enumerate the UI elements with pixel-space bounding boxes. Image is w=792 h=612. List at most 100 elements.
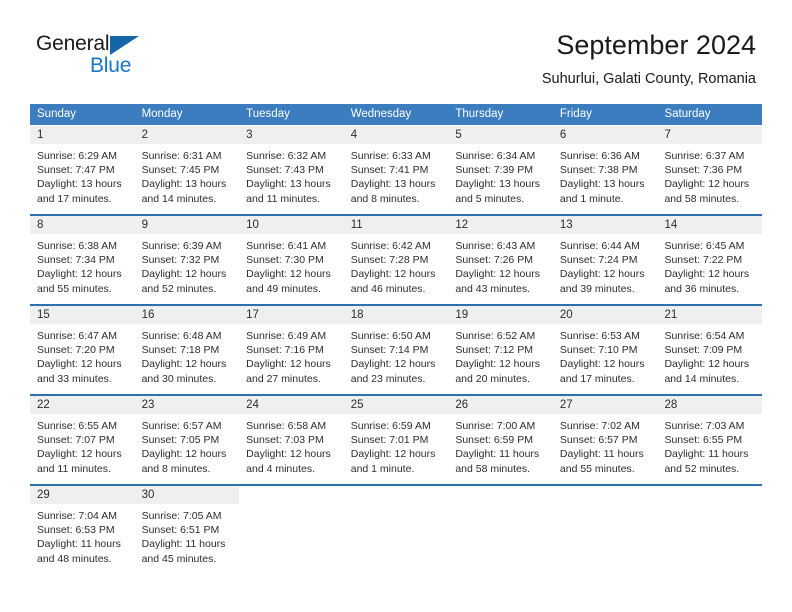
- day-number-band: 23: [134, 396, 240, 414]
- day-cell[interactable]: 3 Sunrise: 6:32 AM Sunset: 7:43 PM Daylight…: [239, 126, 344, 214]
- page-header: General Blue September 2024 Suhurlui, Ga…: [0, 0, 792, 100]
- day-number-band: 29: [30, 486, 135, 504]
- daylight-text-line2: and 49 minutes.: [246, 282, 321, 295]
- day-number-band: 21: [657, 306, 763, 324]
- week-row: 1 Sunrise: 6:29 AM Sunset: 7:47 PM Daylight…: [30, 125, 763, 214]
- day-cell[interactable]: 2 Sunrise: 6:31 AM Sunset: 7:45 PM Daylight…: [134, 126, 240, 214]
- daylight-text-line2: and 33 minutes.: [37, 372, 112, 385]
- day-cell[interactable]: 29 Sunrise: 7:04 AM Sunset: 6:53 PM Dayligh…: [30, 486, 135, 574]
- day-cell[interactable]: 17 Sunrise: 6:49 AM Sunset: 7:16 PM Dayligh…: [239, 306, 344, 394]
- day-cell[interactable]: 7 Sunrise: 6:37 AM Sunset: 7:36 PM Daylight…: [657, 126, 763, 214]
- day-number-band: 17: [239, 306, 344, 324]
- day-cell[interactable]: 8 Sunrise: 6:38 AM Sunset: 7:34 PM Daylight…: [30, 216, 135, 304]
- daylight-text-line1: Daylight: 12 hours: [664, 358, 750, 371]
- sunset-text: Sunset: 7:30 PM: [246, 254, 324, 267]
- day-cell[interactable]: 11 Sunrise: 6:42 AM Sunset: 7:28 PM Dayligh…: [343, 216, 449, 304]
- daylight-text-line2: and 14 minutes.: [664, 372, 740, 385]
- daylight-text-line2: and 27 minutes.: [246, 372, 321, 385]
- day-cell[interactable]: 13 Sunrise: 6:44 AM Sunset: 7:24 PM Dayligh…: [552, 216, 658, 304]
- day-details: Sunrise: 6:59 AM Sunset: 7:01 PM Daylight:…: [344, 414, 449, 476]
- day-cell[interactable]: 19 Sunrise: 6:52 AM Sunset: 7:12 PM Dayligh…: [448, 306, 553, 394]
- day-number-band: 5: [448, 126, 553, 144]
- day-number: 8: [37, 219, 44, 231]
- daylight-text-line1: Daylight: 13 hours: [455, 178, 540, 191]
- day-number: 19: [455, 309, 469, 321]
- sunrise-text: Sunrise: 6:32 AM: [246, 150, 327, 162]
- day-cell[interactable]: 25 Sunrise: 6:59 AM Sunset: 7:01 PM Dayligh…: [343, 396, 449, 484]
- day-cell[interactable]: 9 Sunrise: 6:39 AM Sunset: 7:32 PM Daylight…: [134, 216, 240, 304]
- day-cell[interactable]: 15 Sunrise: 6:47 AM Sunset: 7:20 PM Dayligh…: [30, 306, 135, 394]
- day-number: 23: [141, 399, 155, 411]
- sunset-text: Sunset: 7:12 PM: [455, 344, 533, 357]
- day-cell[interactable]: 27 Sunrise: 7:02 AM Sunset: 6:57 PM Dayligh…: [552, 396, 658, 484]
- calendar-page: General Blue September 2024 Suhurlui, Ga…: [0, 0, 792, 612]
- day-details: Sunrise: 7:04 AM Sunset: 6:53 PM Daylight:…: [30, 504, 135, 566]
- day-cell[interactable]: 20 Sunrise: 6:53 AM Sunset: 7:10 PM Dayligh…: [552, 306, 658, 394]
- day-cell[interactable]: 5 Sunrise: 6:34 AM Sunset: 7:39 PM Daylight…: [448, 126, 553, 214]
- sunset-text: Sunset: 7:18 PM: [141, 344, 220, 357]
- day-cell[interactable]: 30 Sunrise: 7:05 AM Sunset: 6:51 PM Dayligh…: [134, 486, 240, 574]
- day-cell[interactable]: 1 Sunrise: 6:29 AM Sunset: 7:47 PM Daylight…: [30, 126, 135, 214]
- generalblue-logo[interactable]: General Blue: [36, 32, 216, 84]
- sunrise-text: Sunrise: 7:05 AM: [141, 510, 222, 522]
- sunrise-text: Sunrise: 6:58 AM: [246, 420, 327, 432]
- day-number: 6: [559, 129, 567, 141]
- sunrise-text: Sunrise: 6:47 AM: [37, 330, 117, 342]
- day-number-band: 16: [134, 306, 240, 324]
- sunset-text: Sunset: 7:39 PM: [455, 164, 533, 177]
- day-number-band: 24: [239, 396, 344, 414]
- day-cell[interactable]: 6 Sunrise: 6:36 AM Sunset: 7:38 PM Daylight…: [552, 126, 658, 214]
- weekday-header-monday: Monday: [141, 108, 183, 120]
- day-cell[interactable]: 26 Sunrise: 7:00 AM Sunset: 6:59 PM Dayligh…: [448, 396, 553, 484]
- daylight-text-line2: and 52 minutes.: [664, 462, 740, 475]
- daylight-text-line2: and 52 minutes.: [141, 282, 217, 295]
- sunset-text: Sunset: 7:20 PM: [37, 344, 115, 357]
- sunset-text: Sunset: 7:07 PM: [37, 434, 115, 447]
- day-cell[interactable]: 4 Sunrise: 6:33 AM Sunset: 7:41 PM Daylight…: [343, 126, 449, 214]
- day-cell[interactable]: 24 Sunrise: 6:58 AM Sunset: 7:03 PM Dayligh…: [239, 396, 344, 484]
- daylight-text-line1: Daylight: 12 hours: [141, 358, 227, 371]
- day-number: 2: [141, 129, 148, 141]
- day-cell[interactable]: 14 Sunrise: 6:45 AM Sunset: 7:22 PM Dayligh…: [657, 216, 763, 304]
- day-cell[interactable]: 12 Sunrise: 6:43 AM Sunset: 7:26 PM Dayligh…: [448, 216, 553, 304]
- day-number: 27: [559, 399, 573, 411]
- sunrise-text: Sunrise: 6:33 AM: [350, 150, 431, 162]
- day-cell[interactable]: 28 Sunrise: 7:03 AM Sunset: 6:55 PM Dayligh…: [657, 396, 763, 484]
- daylight-text-line1: Daylight: 12 hours: [664, 268, 750, 281]
- daylight-text-line2: and 1 minute.: [350, 462, 415, 475]
- sunset-text: Sunset: 7:38 PM: [559, 164, 638, 177]
- week-row: 15 Sunrise: 6:47 AM Sunset: 7:20 PM Dayligh…: [30, 304, 763, 394]
- day-details: Sunrise: 6:42 AM Sunset: 7:28 PM Daylight:…: [344, 234, 449, 296]
- weekday-header-tuesday: Tuesday: [246, 108, 290, 120]
- daylight-text-line2: and 43 minutes.: [455, 282, 531, 295]
- day-cell[interactable]: 21 Sunrise: 6:54 AM Sunset: 7:09 PM Dayligh…: [657, 306, 763, 394]
- sunrise-text: Sunrise: 6:57 AM: [141, 420, 222, 432]
- sunrise-text: Sunrise: 7:00 AM: [455, 420, 536, 432]
- daylight-text-line1: Daylight: 12 hours: [350, 268, 436, 281]
- day-cell[interactable]: 22 Sunrise: 6:55 AM Sunset: 7:07 PM Dayligh…: [30, 396, 135, 484]
- daylight-text-line2: and 55 minutes.: [37, 282, 112, 295]
- daylight-text-line1: Daylight: 12 hours: [664, 178, 750, 191]
- day-number-band: 26: [448, 396, 553, 414]
- daylight-text-line2: and 48 minutes.: [37, 552, 112, 565]
- sunrise-text: Sunrise: 6:45 AM: [664, 240, 745, 252]
- daylight-text-line1: Daylight: 13 hours: [37, 178, 122, 191]
- daylight-text-line2: and 8 minutes.: [350, 192, 420, 205]
- weekday-header-thursday: Thursday: [455, 108, 504, 120]
- sunset-text: Sunset: 7:28 PM: [350, 254, 429, 267]
- day-number: 17: [246, 309, 259, 321]
- sunset-text: Sunset: 7:45 PM: [141, 164, 220, 177]
- sunset-text: Sunset: 7:09 PM: [664, 344, 743, 357]
- sunrise-text: Sunrise: 6:31 AM: [141, 150, 222, 162]
- day-cell[interactable]: 16 Sunrise: 6:48 AM Sunset: 7:18 PM Dayligh…: [134, 306, 240, 394]
- day-details: Sunrise: 6:55 AM Sunset: 7:07 PM Daylight:…: [30, 414, 135, 476]
- weekday-header-row: Sunday Monday Tuesday Wednesday Thursday…: [30, 104, 762, 125]
- day-cell[interactable]: 10 Sunrise: 6:41 AM Sunset: 7:30 PM Dayligh…: [239, 216, 344, 304]
- daylight-text-line2: and 4 minutes.: [246, 462, 316, 475]
- sunrise-text: Sunrise: 6:39 AM: [141, 240, 222, 252]
- sunrise-text: Sunrise: 7:04 AM: [37, 510, 117, 522]
- day-cell[interactable]: 23 Sunrise: 6:57 AM Sunset: 7:05 PM Dayligh…: [134, 396, 240, 484]
- daylight-text-line1: Daylight: 12 hours: [559, 358, 645, 371]
- day-cell[interactable]: 18 Sunrise: 6:50 AM Sunset: 7:14 PM Dayligh…: [343, 306, 449, 394]
- daylight-text-line1: Daylight: 12 hours: [37, 268, 122, 281]
